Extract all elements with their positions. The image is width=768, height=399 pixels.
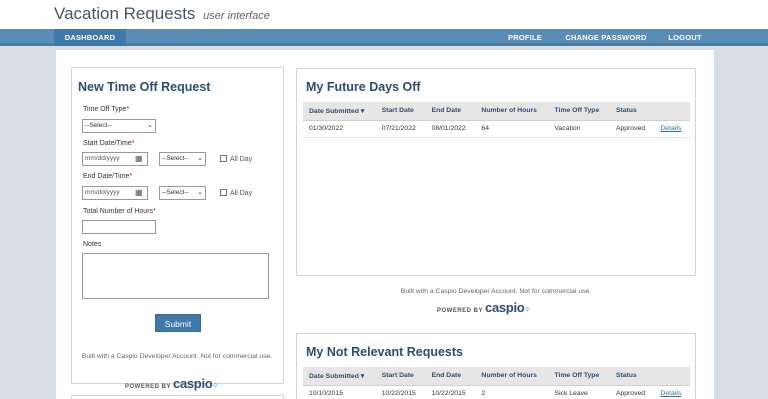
- secondary-left-panel: [71, 395, 284, 399]
- col-time-off-type[interactable]: Time Off Type: [548, 367, 610, 386]
- future-days-panel: [296, 68, 696, 276]
- main-nav: DASHBOARD PROFILE CHANGE PASSWORD LOGOUT: [0, 29, 768, 46]
- notes-label: Notes: [83, 241, 102, 248]
- details-link[interactable]: Details: [660, 390, 681, 397]
- col-start-date[interactable]: Start Date: [375, 102, 426, 121]
- end-all-day-checkbox[interactable]: [220, 189, 227, 196]
- table-row: 10/10/2015 10/22/2015 10/22/2015 2 Sick …: [303, 385, 690, 399]
- col-number-of-hours[interactable]: Number of Hours: [475, 367, 549, 386]
- cell-end-date: 08/01/2022: [425, 120, 476, 138]
- end-date-input[interactable]: mm/dd/yyyy ▦: [82, 186, 148, 200]
- end-date-label: End Date/Time*: [83, 173, 133, 180]
- start-all-day-checkbox[interactable]: [220, 155, 227, 162]
- table-header-row: Date Submitted ▾ Start Date End Date Num…: [303, 102, 690, 121]
- table-row: 01/30/2022 07/21/2022 08/01/2022 64 Vaca…: [303, 120, 690, 138]
- app-title: Vacation Requests user interface: [54, 4, 270, 24]
- col-end-date[interactable]: End Date: [425, 102, 476, 121]
- sort-desc-icon: ▾: [360, 107, 365, 115]
- powered-by-caspio-right[interactable]: POWERED BY caspio⁘: [437, 300, 532, 315]
- submit-button[interactable]: Submit: [155, 314, 201, 332]
- cell-hours: 2: [475, 385, 549, 399]
- cell-hours: 64: [475, 120, 549, 138]
- future-days-title: My Future Days Off: [306, 80, 421, 94]
- calendar-icon[interactable]: ▦: [135, 153, 143, 165]
- col-number-of-hours[interactable]: Number of Hours: [475, 102, 549, 121]
- col-end-date[interactable]: End Date: [425, 367, 476, 386]
- nav-profile[interactable]: PROFILE: [500, 29, 550, 46]
- cell-start-date: 07/21/2022: [375, 120, 426, 138]
- col-date-submitted[interactable]: Date Submitted ▾: [303, 367, 376, 386]
- not-relevant-table: Date Submitted ▾ Start Date End Date Num…: [303, 367, 690, 399]
- top-header: Vacation Requests user interface: [0, 0, 768, 29]
- nav-logout[interactable]: LOGOUT: [660, 29, 710, 46]
- cell-date-submitted: 01/30/2022: [303, 120, 376, 138]
- caspio-logo-icon: ⁘: [524, 305, 532, 314]
- built-with-notice-right: Built with a Caspio Developer Account. N…: [400, 288, 592, 295]
- start-date-label: Start Date/Time*: [83, 140, 135, 147]
- cell-type: Vacation: [548, 120, 610, 138]
- start-date-input[interactable]: mm/dd/yyyy ▦: [82, 152, 148, 166]
- calendar-icon[interactable]: ▦: [135, 187, 143, 199]
- col-status[interactable]: Status: [609, 367, 655, 386]
- not-relevant-title: My Not Relevant Requests: [306, 345, 463, 359]
- nav-change-password[interactable]: CHANGE PASSWORD: [560, 29, 652, 46]
- cell-start-date: 10/22/2015: [375, 385, 426, 399]
- total-hours-input[interactable]: [82, 220, 156, 234]
- caspio-logo-icon: ⁘: [212, 381, 220, 390]
- table-header-row: Date Submitted ▾ Start Date End Date Num…: [303, 367, 690, 386]
- start-all-day-label: All Day: [230, 156, 253, 163]
- cell-status: Approved: [609, 120, 655, 138]
- cell-type: Sick Leave: [548, 385, 610, 399]
- cell-date-submitted: 10/10/2015: [303, 385, 376, 399]
- nav-dashboard[interactable]: DASHBOARD: [54, 29, 126, 46]
- chevron-down-icon: ⌄: [197, 189, 203, 196]
- new-request-title: New Time Off Request: [78, 80, 211, 94]
- details-link[interactable]: Details: [660, 125, 681, 132]
- col-status[interactable]: Status: [609, 102, 655, 121]
- time-off-type-label: Time Off Type*: [83, 106, 130, 113]
- chevron-down-icon: ⌄: [147, 122, 153, 129]
- cell-end-date: 10/22/2015: [425, 385, 476, 399]
- col-actions: [654, 367, 690, 386]
- end-all-day-label: All Day: [230, 190, 253, 197]
- app-title-text: Vacation Requests: [54, 4, 196, 23]
- cell-status: Approved: [609, 385, 655, 399]
- end-time-select[interactable]: --Select-- ⌄: [159, 186, 206, 200]
- col-time-off-type[interactable]: Time Off Type: [548, 102, 610, 121]
- start-time-select[interactable]: --Select-- ⌄: [159, 152, 206, 166]
- chevron-down-icon: ⌄: [197, 155, 203, 162]
- notes-textarea[interactable]: [82, 253, 269, 299]
- built-with-notice-left: Built with a Caspio Developer Account. N…: [81, 353, 273, 360]
- col-date-submitted[interactable]: Date Submitted ▾: [303, 102, 376, 121]
- future-days-table: Date Submitted ▾ Start Date End Date Num…: [303, 102, 690, 138]
- total-hours-label: Total Number of Hours*: [83, 208, 156, 215]
- col-start-date[interactable]: Start Date: [375, 367, 426, 386]
- col-actions: [654, 102, 690, 121]
- powered-by-caspio-left[interactable]: POWERED BY caspio⁘: [125, 376, 220, 391]
- time-off-type-select[interactable]: --Select-- ⌄: [82, 119, 156, 133]
- app-subtitle: user interface: [203, 10, 270, 22]
- sort-desc-icon: ▾: [360, 372, 365, 380]
